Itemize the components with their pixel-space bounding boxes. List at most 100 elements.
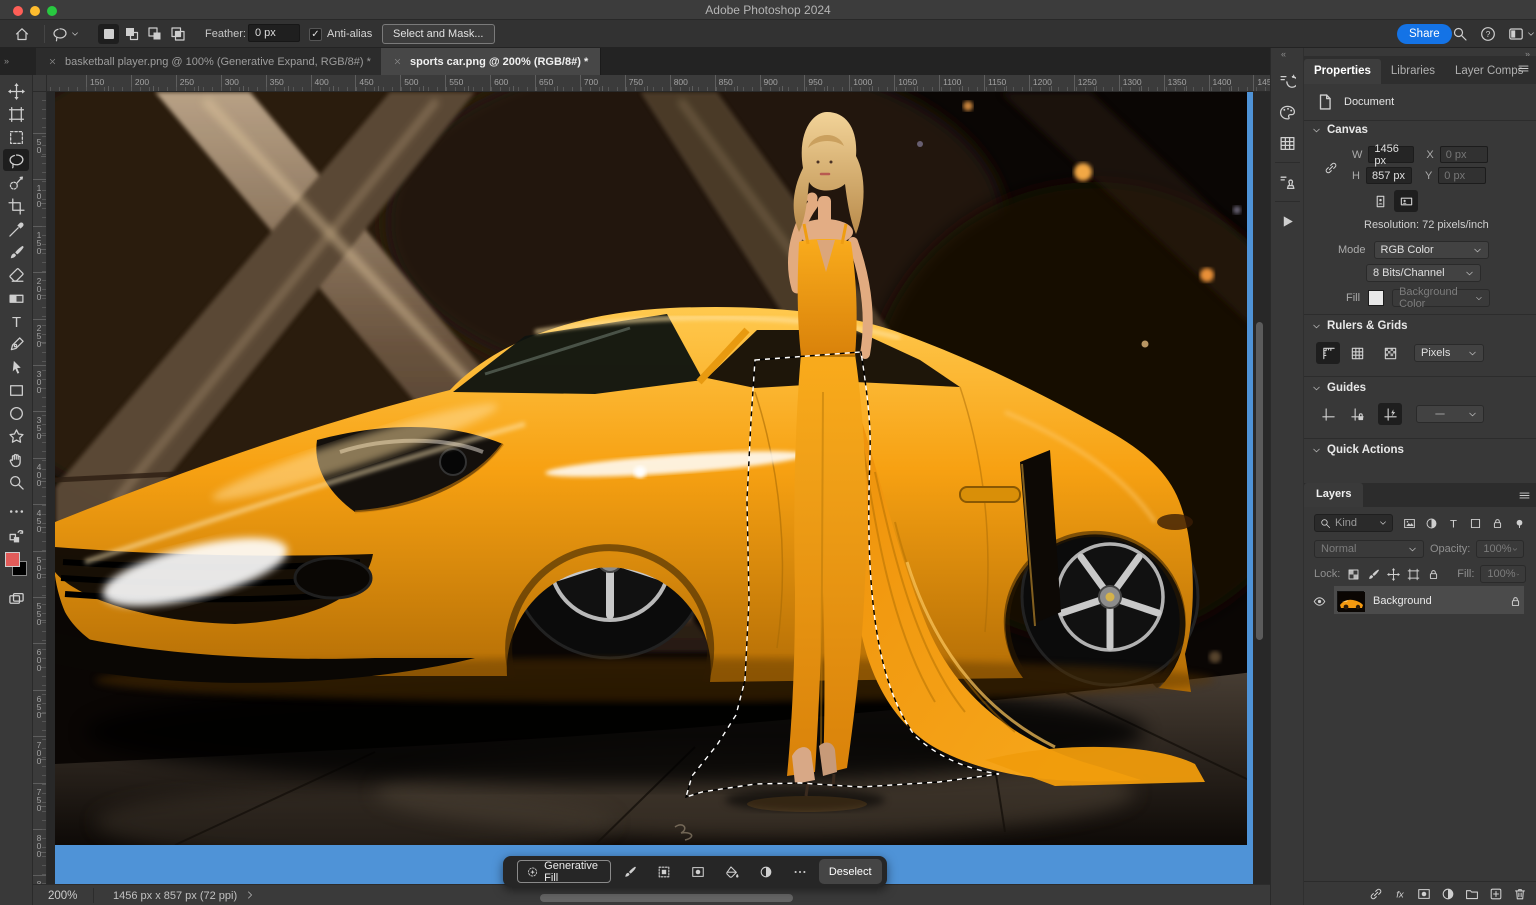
panel-clone-source-button[interactable] <box>1275 170 1299 194</box>
panel-color-button[interactable] <box>1275 100 1299 124</box>
antialias-checkbox[interactable]: ✓ <box>309 24 322 44</box>
new-adjustment-button[interactable] <box>753 860 779 883</box>
layer-mask-button[interactable] <box>685 860 711 883</box>
layer-filter-select[interactable]: Kind <box>1314 514 1393 532</box>
tool-zoom[interactable] <box>3 471 29 493</box>
home-button[interactable] <box>14 24 30 44</box>
ruler-origin-corner[interactable] <box>33 75 47 92</box>
filter-image-button[interactable] <box>1402 516 1417 531</box>
tool-move[interactable] <box>3 80 29 102</box>
share-button[interactable]: Share <box>1397 24 1452 44</box>
guides-section-header[interactable]: Guides <box>1312 382 1366 394</box>
guide-style-select[interactable] <box>1416 405 1484 423</box>
smart-guides-button[interactable] <box>1378 403 1402 425</box>
feather-input[interactable]: 0 px <box>248 24 300 42</box>
foreground-color-swatch[interactable] <box>5 552 20 567</box>
canvas-y-input[interactable]: 0 px <box>1438 167 1486 184</box>
lock-position-button[interactable] <box>1386 567 1401 582</box>
filter-filter-toggle-button[interactable] <box>1512 516 1527 531</box>
tool-hand[interactable] <box>3 448 29 470</box>
layer-effects-button[interactable]: fx <box>1392 886 1407 901</box>
fill-color-swatch[interactable] <box>1368 290 1384 306</box>
layer-row-background[interactable]: Background <box>1304 588 1536 614</box>
fill-opacity-input[interactable]: 100% <box>1480 565 1526 583</box>
horizontal-scrollbar[interactable] <box>540 894 793 902</box>
subtract-selection-button[interactable] <box>144 24 165 44</box>
tool-object-selection[interactable] <box>3 172 29 194</box>
horizontal-ruler[interactable]: 1502002503003504004505005506006507007508… <box>33 75 1270 92</box>
vertical-scrollbar[interactable] <box>1256 322 1263 640</box>
fill-bucket-button[interactable] <box>719 860 745 883</box>
link-layers-button[interactable] <box>1368 886 1383 901</box>
close-tab-icon[interactable] <box>48 57 57 66</box>
bit-depth-select[interactable]: 8 Bits/Channel <box>1366 264 1481 282</box>
select-subject-button[interactable] <box>651 860 677 883</box>
tool-path-select[interactable] <box>3 356 29 378</box>
tab-libraries[interactable]: Libraries <box>1381 59 1445 84</box>
panel-history-button[interactable] <box>1275 69 1299 93</box>
document-tab-1[interactable]: basketball player.png @ 100% (Generative… <box>36 48 384 75</box>
panel-grid-button[interactable] <box>1275 131 1299 155</box>
layer-visibility-toggle[interactable] <box>1312 594 1327 609</box>
tool-lasso[interactable] <box>3 149 29 171</box>
layer-mask-button[interactable] <box>1416 886 1431 901</box>
link-dimensions-icon[interactable] <box>1324 150 1338 186</box>
portrait-orientation-button[interactable] <box>1368 190 1392 212</box>
vertical-ruler[interactable]: 5010015020025030035040045050055060065070… <box>33 92 47 884</box>
workspace-chevron[interactable] <box>1527 24 1535 44</box>
filter-lock-button[interactable] <box>1490 516 1505 531</box>
new-layer-button[interactable] <box>1488 886 1503 901</box>
toggle-guides-button[interactable] <box>1316 403 1340 425</box>
toggle-rulers-button[interactable] <box>1316 342 1340 364</box>
color-mode-select[interactable]: RGB Color <box>1374 241 1489 259</box>
search-button[interactable] <box>1452 24 1468 44</box>
canvas-section-header[interactable]: Canvas <box>1312 124 1368 136</box>
tool-crop[interactable] <box>3 195 29 217</box>
tool-custom-shape[interactable] <box>3 425 29 447</box>
tool-ellipse[interactable] <box>3 402 29 424</box>
toggle-grid-button[interactable] <box>1345 342 1369 364</box>
delete-layer-button[interactable] <box>1512 886 1527 901</box>
landscape-orientation-button[interactable] <box>1394 190 1418 212</box>
blend-mode-select[interactable]: Normal <box>1314 540 1424 558</box>
canvas-height-input[interactable]: 857 px <box>1366 167 1412 184</box>
lock-all-button[interactable] <box>1426 567 1441 582</box>
tool-type[interactable]: T <box>3 310 29 332</box>
lock-artboard-button[interactable] <box>1406 567 1421 582</box>
canvas-image[interactable] <box>55 92 1253 845</box>
select-and-mask-button[interactable]: Select and Mask... <box>382 24 495 44</box>
select-brush-button[interactable] <box>617 860 643 883</box>
lock-transparency-button[interactable] <box>1346 567 1361 582</box>
document-tab-2[interactable]: sports car.png @ 200% (RGB/8#) * <box>381 48 601 75</box>
rulers-grids-section-header[interactable]: Rulers & Grids <box>1312 320 1408 332</box>
tool-eyedropper[interactable] <box>3 218 29 240</box>
deselect-button[interactable]: Deselect <box>819 859 882 884</box>
tool-eraser[interactable] <box>3 264 29 286</box>
workspace-button[interactable] <box>1508 24 1524 44</box>
quick-actions-section-header[interactable]: Quick Actions <box>1312 444 1404 456</box>
layers-menu-icon[interactable] <box>1518 489 1531 502</box>
tab-properties[interactable]: Properties <box>1304 59 1381 84</box>
generative-fill-button[interactable]: Generative Fill <box>517 860 611 883</box>
add-selection-button[interactable] <box>121 24 142 44</box>
filter-type-button[interactable]: T <box>1446 516 1461 531</box>
opacity-input[interactable]: 100% <box>1476 540 1524 558</box>
filter-adjustment-button[interactable] <box>1424 516 1439 531</box>
layer-group-button[interactable] <box>1464 886 1479 901</box>
fill-select[interactable]: Background Color <box>1392 289 1490 307</box>
new-selection-button[interactable] <box>98 24 119 44</box>
screen-mode-button[interactable] <box>3 588 29 610</box>
canvas-x-input[interactable]: 0 px <box>1440 146 1488 163</box>
canvas-width-input[interactable]: 1456 px <box>1368 146 1414 163</box>
lock-paint-button[interactable] <box>1366 567 1381 582</box>
current-tool-button[interactable] <box>52 24 79 44</box>
panel-actions-button[interactable] <box>1275 209 1299 233</box>
layer-thumbnail[interactable] <box>1337 591 1364 611</box>
edit-toolbar-button[interactable] <box>3 500 29 522</box>
tool-marquee[interactable] <box>3 126 29 148</box>
filter-shape-button[interactable] <box>1468 516 1483 531</box>
tool-frame[interactable] <box>3 103 29 125</box>
tool-gradient[interactable] <box>3 287 29 309</box>
swap-colors-button[interactable] <box>3 524 29 546</box>
tool-brush[interactable] <box>3 241 29 263</box>
